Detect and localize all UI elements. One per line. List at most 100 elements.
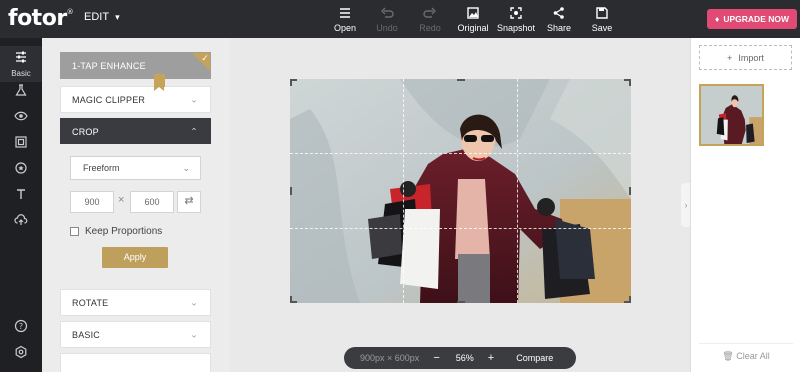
save-button[interactable]: Save (582, 6, 622, 33)
undo-button[interactable]: Undo (367, 6, 407, 33)
original-label: Original (457, 23, 489, 33)
sliders-icon (14, 50, 28, 67)
rail-item-upload[interactable] (0, 208, 42, 234)
keep-proportions-label: Keep Proportions (85, 226, 163, 237)
snapshot-label: Snapshot (496, 23, 536, 33)
rail-item-text[interactable] (0, 182, 42, 208)
clear-all-label: Clear All (736, 351, 770, 361)
basic-label: BASIC (72, 329, 101, 340)
image-icon (453, 6, 493, 21)
magic-clipper-label: MAGIC CLIPPER (72, 94, 146, 105)
crop-mode-select[interactable]: Freeform ⌄ (70, 156, 201, 180)
undo-icon (367, 6, 407, 21)
apply-button[interactable]: Apply (102, 247, 168, 268)
basic-section[interactable]: BASIC ⌄ (60, 321, 211, 348)
fashion-photo-image (290, 79, 631, 303)
crop-handle-top[interactable] (457, 79, 465, 81)
rail-item-basic[interactable]: Basic (0, 46, 42, 82)
redo-button[interactable]: Redo (410, 6, 450, 33)
crop-handle-left[interactable] (290, 187, 292, 195)
crop-handle-bottom-left[interactable] (290, 296, 297, 303)
adjust-panel: 1-TAP ENHANCE ✓ MAGIC CLIPPER ⌄ CROP ⌃ F… (42, 38, 230, 372)
chevron-right-icon: › (684, 200, 688, 210)
magic-clipper-section[interactable]: MAGIC CLIPPER ⌄ (60, 86, 211, 113)
menu-icon (325, 6, 365, 21)
upgrade-now-button[interactable]: ♦ UPGRADE NOW (707, 9, 797, 29)
swap-dimensions-button[interactable]: ⇄ (177, 191, 201, 213)
crop-handle-top-right[interactable] (624, 79, 631, 86)
eye-icon (14, 109, 28, 126)
next-section[interactable] (60, 353, 211, 372)
svg-text:?: ? (19, 322, 23, 331)
cloud-upload-icon (14, 213, 28, 230)
tool-rail: Basic ? (0, 38, 42, 372)
crop-guide-line (290, 228, 631, 229)
text-icon (14, 187, 28, 204)
crop-handle-bottom[interactable] (457, 301, 465, 303)
photo-thumbnail[interactable] (699, 84, 764, 146)
share-button[interactable]: Share (539, 6, 579, 33)
zoom-in-button[interactable]: + (488, 352, 494, 364)
times-sign: × (118, 194, 125, 206)
keep-proportions-checkbox[interactable]: Keep Proportions (70, 226, 162, 237)
edited-photo[interactable] (290, 79, 631, 303)
width-input[interactable]: 900 (70, 191, 114, 213)
original-button[interactable]: Original (453, 6, 493, 33)
crop-handle-right[interactable] (629, 187, 631, 195)
plus-icon: + (727, 52, 733, 63)
crop-handle-bottom-right[interactable] (624, 296, 631, 303)
crop-handle-top-left[interactable] (290, 79, 297, 86)
history-panel: + Import 🗑 Clear All (690, 38, 800, 372)
upgrade-label: UPGRADE NOW (723, 14, 789, 24)
crop-label: CROP (72, 126, 99, 137)
frame-icon (14, 135, 28, 152)
save-icon (582, 6, 622, 21)
thumbnail-image (701, 86, 762, 144)
redo-icon (410, 6, 450, 21)
flask-icon (14, 83, 28, 100)
trash-icon: 🗑 (722, 351, 734, 361)
crop-section[interactable]: CROP ⌃ (60, 118, 211, 145)
rail-item-effects[interactable] (0, 78, 42, 104)
zoom-bar: 900px × 600px − 56% + Compare (344, 347, 576, 369)
rail-item-frames[interactable] (0, 130, 42, 156)
compare-button[interactable]: Compare (516, 353, 553, 363)
chevron-down-icon: ⌄ (190, 94, 198, 104)
open-label: Open (333, 23, 357, 33)
help-icon: ? (14, 319, 28, 336)
import-label: Import (738, 52, 764, 63)
canvas-area: 900px × 600px − 56% + Compare (230, 38, 690, 372)
redo-label: Redo (419, 23, 441, 33)
zoom-level: 56% (455, 353, 474, 363)
chevron-down-icon: ⌄ (190, 297, 198, 307)
height-input[interactable]: 600 (130, 191, 174, 213)
fotor-logo[interactable]: fotor® (8, 6, 74, 31)
import-button[interactable]: + Import (699, 45, 792, 70)
edit-menu-label: EDIT (84, 11, 110, 23)
snapshot-button[interactable]: Snapshot (496, 6, 536, 33)
crop-mode-value: Freeform (83, 163, 120, 173)
clear-all-button[interactable]: 🗑 Clear All (691, 351, 800, 362)
check-icon: ✓ (192, 53, 210, 71)
rotate-section[interactable]: ROTATE ⌄ (60, 289, 211, 316)
top-bar: fotor® EDIT ▾ Open Undo Redo Original Sn… (0, 0, 800, 38)
zoom-out-button[interactable]: − (433, 352, 439, 364)
crop-options: Freeform ⌄ 900 × 600 ⇄ Keep Proportions … (60, 144, 211, 269)
rail-item-help[interactable]: ? (0, 314, 42, 340)
rail-item-stickers[interactable] (0, 156, 42, 182)
share-icon (539, 6, 579, 21)
rail-item-beauty[interactable] (0, 104, 42, 130)
rail-item-settings[interactable] (0, 340, 42, 366)
swap-icon: ⇄ (184, 195, 194, 207)
rail-basic-label: Basic (11, 69, 31, 78)
undo-label: Undo (376, 23, 398, 33)
enhance-label: 1-TAP ENHANCE (72, 60, 146, 71)
one-tap-enhance-button[interactable]: 1-TAP ENHANCE ✓ (60, 52, 211, 79)
edit-menu[interactable]: EDIT ▾ (84, 11, 120, 23)
crop-guide-line (517, 79, 518, 303)
chevron-down-icon: ▾ (115, 11, 120, 22)
rotate-label: ROTATE (72, 297, 109, 308)
open-button[interactable]: Open (325, 6, 365, 33)
divider (699, 343, 793, 344)
save-label: Save (591, 23, 613, 33)
